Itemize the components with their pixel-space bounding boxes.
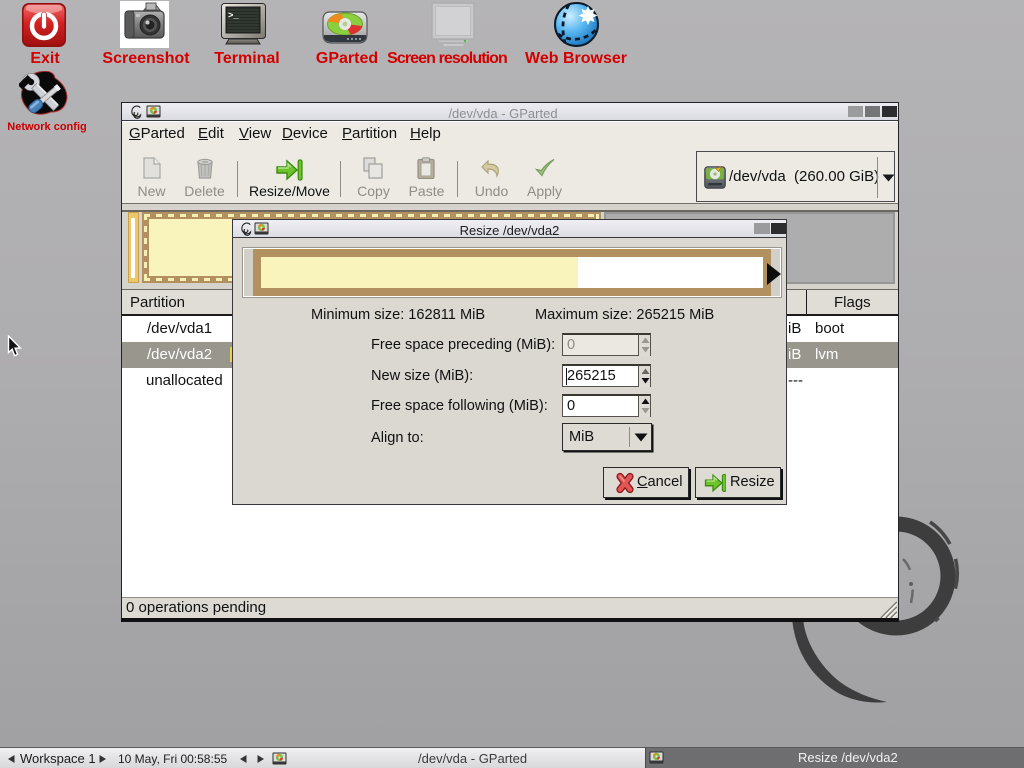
svg-text:>_: >_ [228, 11, 239, 21]
